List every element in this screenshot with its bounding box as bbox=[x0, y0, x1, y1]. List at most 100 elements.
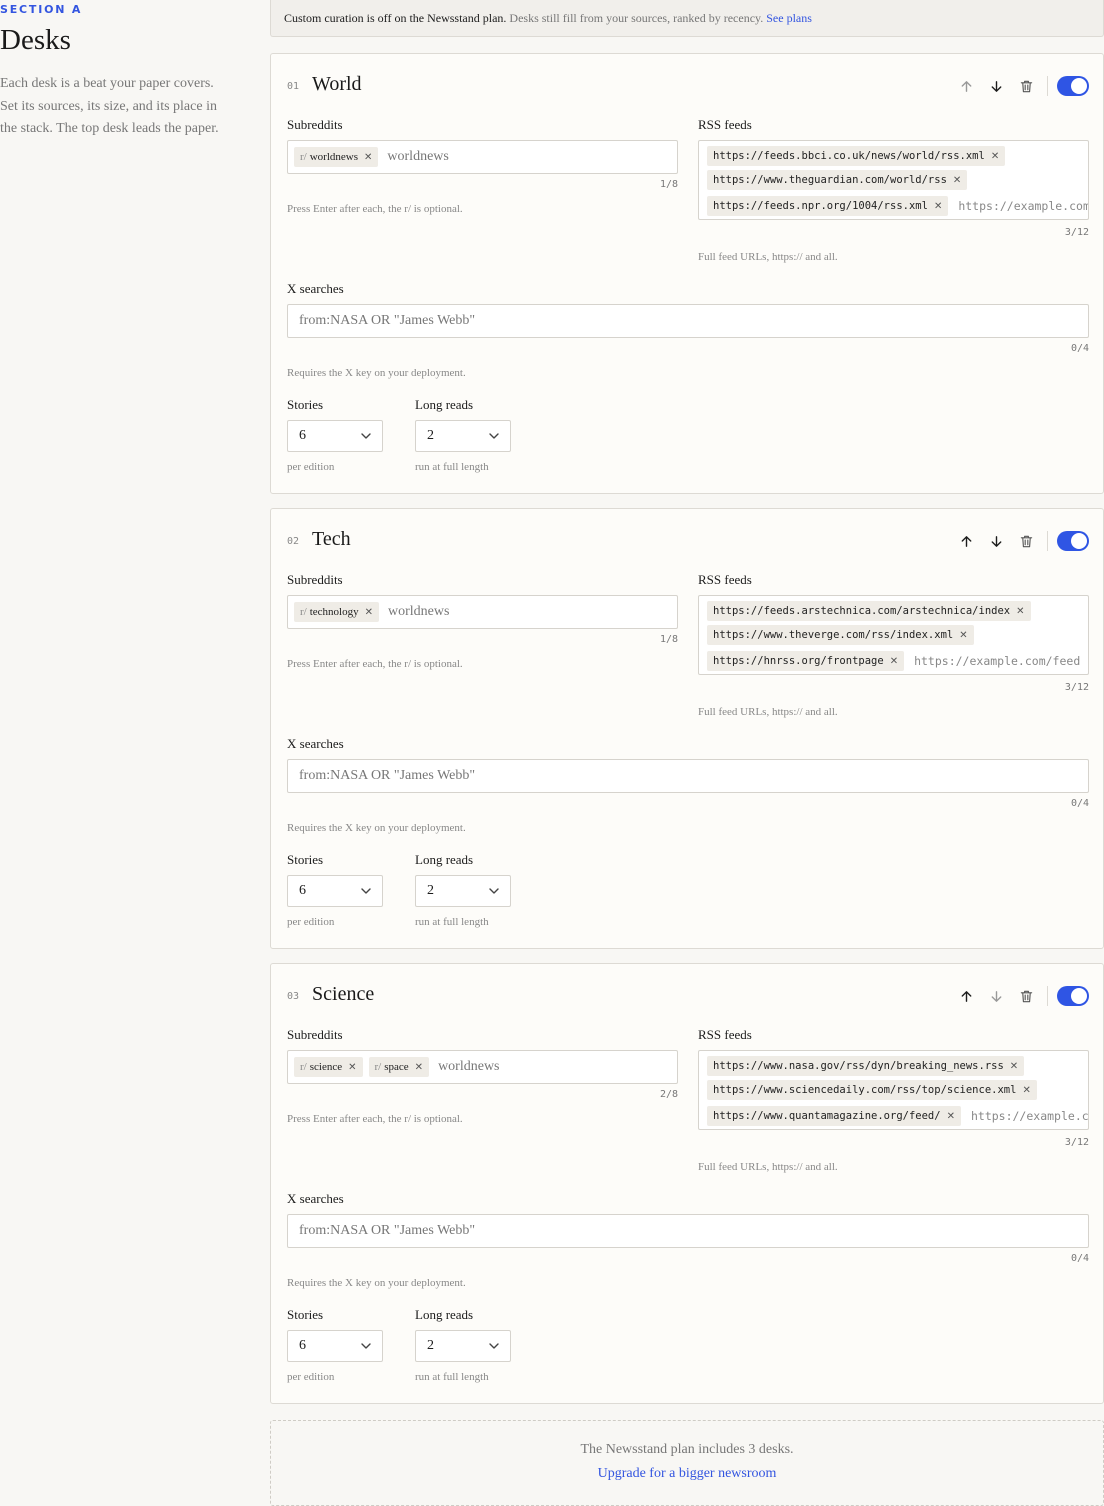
desk-name[interactable]: Science bbox=[312, 983, 374, 1006]
long-reads-select[interactable]: 2 bbox=[415, 420, 511, 452]
move-up-button[interactable] bbox=[951, 74, 981, 98]
upgrade-panel: The Newsstand plan includes 3 desks. Upg… bbox=[270, 1420, 1104, 1506]
x-searches-input[interactable]: from:NASA OR "James Webb" bbox=[287, 304, 1089, 338]
move-up-button[interactable] bbox=[951, 529, 981, 553]
rss-entry-placeholder[interactable]: https://example.com/feed bbox=[971, 1109, 1088, 1123]
remove-chip-icon[interactable]: ✕ bbox=[1010, 1061, 1018, 1072]
rss-row: https://www.theguardian.com/world/rss ✕ bbox=[707, 168, 1080, 192]
plan-notice-text: Desks still fill from your sources, rank… bbox=[506, 11, 764, 25]
desk-enabled-toggle[interactable] bbox=[1057, 76, 1089, 96]
subreddit-chip: r/technology ✕ bbox=[294, 602, 380, 622]
subreddits-input[interactable]: r/technology ✕ worldnews bbox=[287, 595, 678, 629]
rss-chip: https://www.theguardian.com/world/rss ✕ bbox=[707, 170, 968, 190]
x-searches-count: 0/4 bbox=[1070, 798, 1089, 809]
rss-hint: Full feed URLs, https:// and all. bbox=[698, 706, 838, 718]
subreddit-entry-text[interactable]: worldnews bbox=[387, 149, 448, 165]
remove-chip-icon[interactable]: ✕ bbox=[1016, 606, 1024, 617]
subreddits-count: 2/8 bbox=[659, 1089, 678, 1100]
subreddit-entry-text[interactable]: worldnews bbox=[438, 1059, 499, 1075]
subreddit-chip: r/space ✕ bbox=[368, 1057, 430, 1077]
long-reads-hint: run at full length bbox=[415, 1371, 489, 1383]
rss-input[interactable]: https://feeds.arstechnica.com/arstechnic… bbox=[698, 595, 1089, 675]
rss-input[interactable]: https://feeds.bbci.co.uk/news/world/rss.… bbox=[698, 140, 1089, 220]
desk-tools bbox=[951, 984, 1089, 1008]
rss-chip: https://www.nasa.gov/rss/dyn/breaking_ne… bbox=[707, 1056, 1025, 1076]
remove-chip-icon[interactable]: ✕ bbox=[953, 175, 961, 186]
remove-chip-icon[interactable]: ✕ bbox=[1022, 1085, 1030, 1096]
subreddits-input[interactable]: r/worldnews ✕ worldnews bbox=[287, 140, 678, 174]
rss-chip-label: https://hnrss.org/frontpage bbox=[713, 655, 884, 667]
desk-card-world: 01 World Subreddits r/worldnews ✕ worldne… bbox=[270, 53, 1104, 494]
desk-enabled-toggle[interactable] bbox=[1057, 531, 1089, 551]
chevron-down-icon bbox=[361, 888, 371, 894]
move-up-button[interactable] bbox=[951, 984, 981, 1008]
stories-label: Stories bbox=[287, 852, 324, 867]
subreddit-chip-label: space bbox=[384, 1061, 409, 1073]
move-down-button[interactable] bbox=[981, 984, 1011, 1008]
section-description: Each desk is a beat your paper covers. S… bbox=[0, 76, 219, 136]
long-reads-select[interactable]: 2 bbox=[415, 1330, 511, 1362]
stories-select[interactable]: 6 bbox=[287, 420, 383, 452]
desk-header: 03 Science bbox=[287, 980, 374, 1008]
delete-desk-button[interactable] bbox=[1011, 529, 1041, 553]
subreddits-label: Subreddits bbox=[287, 572, 343, 587]
subreddit-entry-text[interactable]: worldnews bbox=[388, 604, 449, 620]
desk-name[interactable]: World bbox=[312, 73, 362, 96]
section-intro: SECTION A Desks Each desk is a beat your… bbox=[0, 0, 240, 141]
rss-chip-label: https://feeds.npr.org/1004/rss.xml bbox=[713, 200, 928, 212]
x-searches-input[interactable]: from:NASA OR "James Webb" bbox=[287, 759, 1089, 793]
remove-chip-icon[interactable]: ✕ bbox=[934, 201, 942, 212]
arrow-down-icon bbox=[991, 535, 1001, 547]
subreddit-prefix: r/ bbox=[300, 1061, 307, 1073]
subreddit-chip-label: worldnews bbox=[309, 151, 359, 163]
x-searches-label: X searches bbox=[287, 736, 344, 751]
rss-count: 3/12 bbox=[1064, 1137, 1089, 1148]
tools-divider bbox=[1047, 986, 1048, 1006]
rss-entry-placeholder[interactable]: https://example.com/feed bbox=[958, 199, 1088, 213]
rss-row: https://hnrss.org/frontpage ✕ https://exam… bbox=[707, 647, 1080, 674]
stories-value: 6 bbox=[299, 883, 306, 898]
x-searches-label: X searches bbox=[287, 281, 344, 296]
rss-chip: https://www.sciencedaily.com/rss/top/sci… bbox=[707, 1080, 1037, 1100]
desk-header: 01 World bbox=[287, 70, 362, 98]
x-searches-hint: Requires the X key on your deployment. bbox=[287, 1277, 466, 1289]
subreddits-input[interactable]: r/science ✕ r/space ✕ worldnews bbox=[287, 1050, 678, 1084]
see-plans-link[interactable]: See plans bbox=[766, 11, 812, 25]
desk-enabled-toggle[interactable] bbox=[1057, 986, 1089, 1006]
rss-row: https://www.nasa.gov/rss/dyn/breaking_ne… bbox=[707, 1054, 1080, 1078]
stories-value: 6 bbox=[299, 428, 306, 443]
move-down-button[interactable] bbox=[981, 529, 1011, 553]
remove-chip-icon[interactable]: ✕ bbox=[348, 1062, 356, 1073]
upgrade-link[interactable]: Upgrade for a bigger newsroom bbox=[271, 1466, 1103, 1482]
x-searches-input[interactable]: from:NASA OR "James Webb" bbox=[287, 1214, 1089, 1248]
rss-input[interactable]: https://www.nasa.gov/rss/dyn/breaking_ne… bbox=[698, 1050, 1089, 1130]
remove-chip-icon[interactable]: ✕ bbox=[365, 607, 373, 618]
long-reads-select[interactable]: 2 bbox=[415, 875, 511, 907]
stories-select[interactable]: 6 bbox=[287, 875, 383, 907]
arrow-up-icon bbox=[961, 535, 971, 547]
desk-name[interactable]: Tech bbox=[312, 528, 351, 551]
delete-desk-button[interactable] bbox=[1011, 74, 1041, 98]
remove-chip-icon[interactable]: ✕ bbox=[947, 1111, 955, 1122]
delete-desk-button[interactable] bbox=[1011, 984, 1041, 1008]
rss-chip: https://www.theverge.com/rss/index.xml ✕ bbox=[707, 625, 974, 645]
remove-chip-icon[interactable]: ✕ bbox=[364, 152, 372, 163]
move-down-button[interactable] bbox=[981, 74, 1011, 98]
subreddit-prefix: r/ bbox=[300, 151, 307, 163]
x-searches-count: 0/4 bbox=[1070, 1253, 1089, 1264]
remove-chip-icon[interactable]: ✕ bbox=[415, 1062, 423, 1073]
rss-chip-label: https://feeds.bbci.co.uk/news/world/rss.… bbox=[713, 150, 985, 162]
long-reads-hint: run at full length bbox=[415, 461, 489, 473]
subreddit-chips: r/worldnews ✕ bbox=[294, 147, 379, 167]
arrow-up-icon bbox=[961, 990, 971, 1002]
rss-entry-placeholder[interactable]: https://example.com/feed bbox=[914, 654, 1080, 668]
plan-notice-strong: Custom curation is off on the Newsstand … bbox=[284, 11, 507, 25]
remove-chip-icon[interactable]: ✕ bbox=[959, 630, 967, 641]
plan-notice: Custom curation is off on the Newsstand … bbox=[270, 0, 1104, 37]
remove-chip-icon[interactable]: ✕ bbox=[890, 656, 898, 667]
stories-select[interactable]: 6 bbox=[287, 1330, 383, 1362]
rss-chip: https://feeds.bbci.co.uk/news/world/rss.… bbox=[707, 146, 1006, 166]
trash-icon bbox=[1020, 990, 1032, 1002]
subreddit-chips: r/science ✕ r/space ✕ bbox=[294, 1057, 430, 1077]
remove-chip-icon[interactable]: ✕ bbox=[991, 151, 999, 162]
